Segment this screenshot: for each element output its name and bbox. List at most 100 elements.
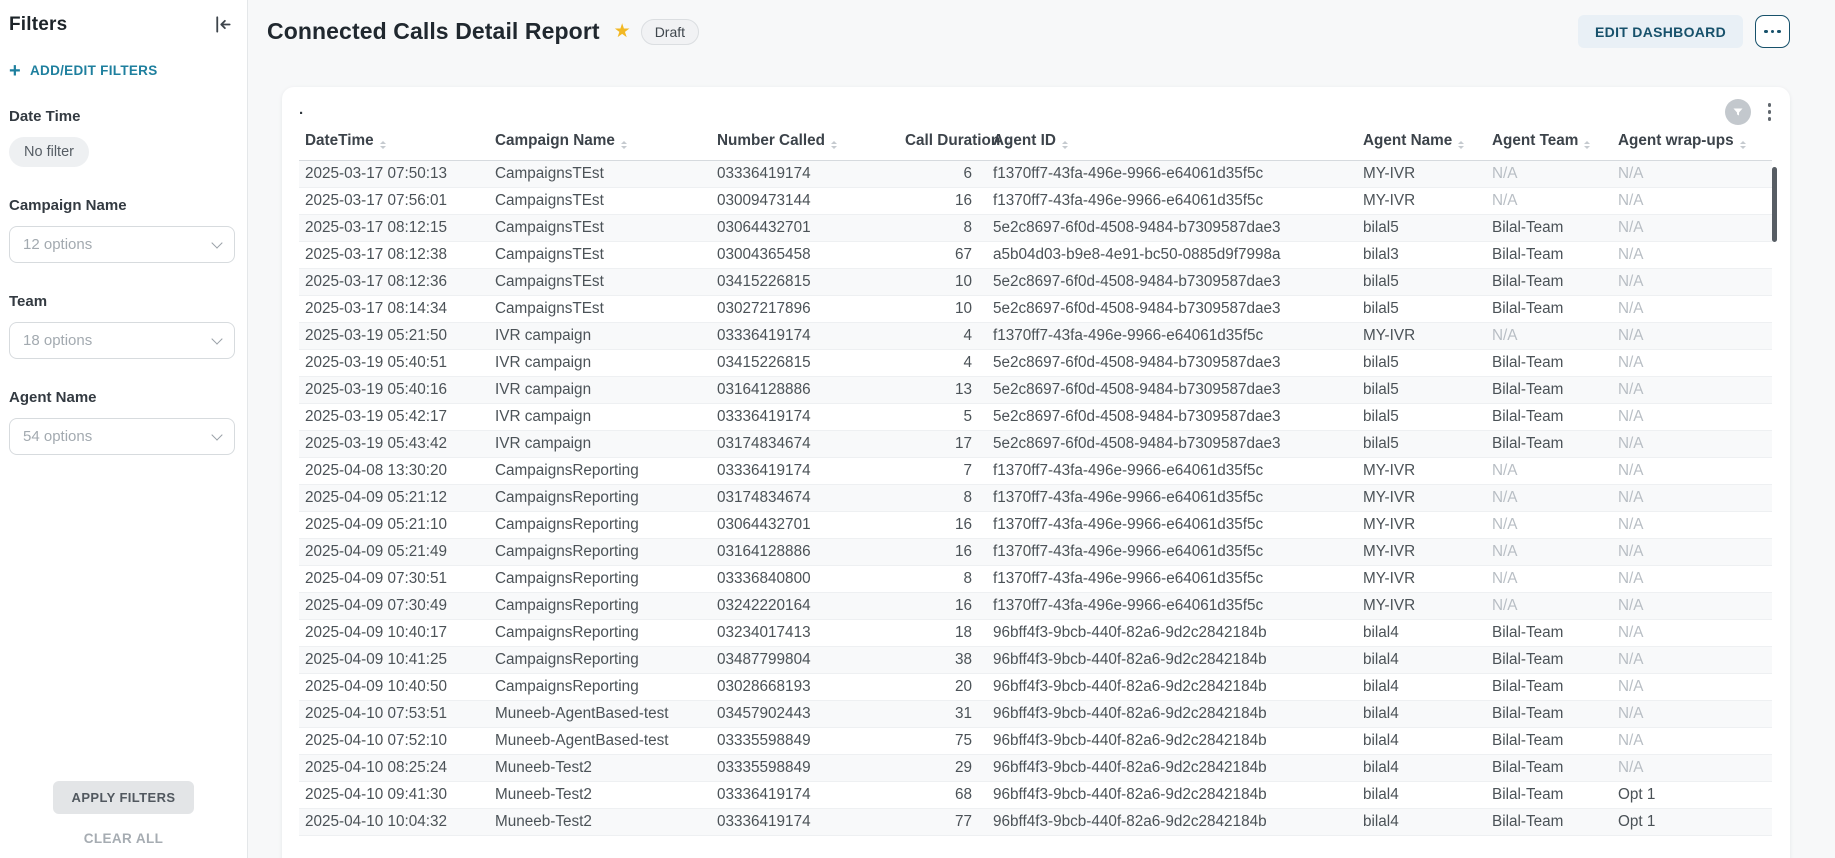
filter-section-agent-name: Agent Name 54 options xyxy=(9,389,235,455)
table-row[interactable]: 2025-03-17 08:12:36CampaignsTEst03415226… xyxy=(299,269,1772,296)
cell-agent-name: MY-IVR xyxy=(1357,323,1486,350)
cell-campaign-name: CampaignsReporting xyxy=(489,674,711,701)
column-header-agent-team[interactable]: Agent Team xyxy=(1486,123,1612,161)
apply-filters-button[interactable]: APPLY FILTERS xyxy=(53,781,195,814)
cell-agent-team: N/A xyxy=(1486,458,1612,485)
cell-agent-team: Bilal-Team xyxy=(1486,296,1612,323)
table-row[interactable]: 2025-03-19 05:40:16IVR campaign031641288… xyxy=(299,377,1772,404)
cell-datetime: 2025-04-09 10:40:50 xyxy=(299,674,489,701)
table-row[interactable]: 2025-04-09 10:40:17CampaignsReporting032… xyxy=(299,620,1772,647)
cell-number-called: 03064432701 xyxy=(711,512,899,539)
table-row[interactable]: 2025-04-10 09:41:30Muneeb-Test2033364191… xyxy=(299,782,1772,809)
cell-datetime: 2025-03-19 05:40:16 xyxy=(299,377,489,404)
agent-name-select[interactable]: 54 options xyxy=(9,418,235,455)
cell-number-called: 03027217896 xyxy=(711,296,899,323)
table-row[interactable]: 2025-04-09 07:30:51CampaignsReporting033… xyxy=(299,566,1772,593)
cell-datetime: 2025-03-19 05:40:51 xyxy=(299,350,489,377)
sort-icon xyxy=(831,141,837,149)
cell-number-called: 03336419174 xyxy=(711,458,899,485)
cell-agent-id: f1370ff7-43fa-496e-9966-e64061d35f5c xyxy=(987,188,1357,215)
cell-agent-id: 5e2c8697-6f0d-4508-9484-b7309587dae3 xyxy=(987,215,1357,242)
chevron-down-icon xyxy=(211,333,222,344)
column-header-agent-name[interactable]: Agent Name xyxy=(1357,123,1486,161)
cell-campaign-name: CampaignsTEst xyxy=(489,296,711,323)
cell-campaign-name: Muneeb-Test2 xyxy=(489,782,711,809)
table-row[interactable]: 2025-04-10 07:53:51Muneeb-AgentBased-tes… xyxy=(299,701,1772,728)
column-header-agent-id[interactable]: Agent ID xyxy=(987,123,1357,161)
cell-agent-id: f1370ff7-43fa-496e-9966-e64061d35f5c xyxy=(987,539,1357,566)
column-label: Agent Name xyxy=(1363,132,1452,149)
cell-agent-team: N/A xyxy=(1486,566,1612,593)
cell-campaign-name: CampaignsReporting xyxy=(489,593,711,620)
table-row[interactable]: 2025-03-19 05:43:42IVR campaign031748346… xyxy=(299,431,1772,458)
cell-agent-id: f1370ff7-43fa-496e-9966-e64061d35f5c xyxy=(987,485,1357,512)
table-row[interactable]: 2025-04-09 05:21:49CampaignsReporting031… xyxy=(299,539,1772,566)
clear-all-button[interactable]: CLEAR ALL xyxy=(84,831,164,846)
add-edit-filters-label: ADD/EDIT FILTERS xyxy=(30,63,158,78)
more-menu-button[interactable] xyxy=(1755,15,1790,48)
edit-dashboard-button[interactable]: EDIT DASHBOARD xyxy=(1578,15,1743,48)
cell-agent-team: Bilal-Team xyxy=(1486,269,1612,296)
table-row[interactable]: 2025-03-17 08:12:15CampaignsTEst03064432… xyxy=(299,215,1772,242)
table-row[interactable]: 2025-03-19 05:21:50IVR campaign033364191… xyxy=(299,323,1772,350)
table-row[interactable]: 2025-04-10 07:52:10Muneeb-AgentBased-tes… xyxy=(299,728,1772,755)
table-row[interactable]: 2025-04-09 05:21:10CampaignsReporting030… xyxy=(299,512,1772,539)
table-row[interactable]: 2025-04-09 05:21:12CampaignsReporting031… xyxy=(299,485,1772,512)
filter-section-date-time: Date Time No filter xyxy=(9,108,235,167)
cell-call-duration: 4 xyxy=(899,323,987,350)
favorite-star-icon[interactable]: ★ xyxy=(614,22,631,41)
table-row[interactable]: 2025-04-09 10:41:25CampaignsReporting034… xyxy=(299,647,1772,674)
cell-call-duration: 16 xyxy=(899,593,987,620)
add-edit-filters-button[interactable]: + ADD/EDIT FILTERS xyxy=(9,63,158,78)
team-select[interactable]: 18 options xyxy=(9,322,235,359)
cell-campaign-name: CampaignsReporting xyxy=(489,539,711,566)
table-row[interactable]: 2025-03-17 08:12:38CampaignsTEst03004365… xyxy=(299,242,1772,269)
collapse-panel-icon xyxy=(212,23,233,38)
date-time-filter-chip[interactable]: No filter xyxy=(9,137,89,167)
cell-number-called: 03336419174 xyxy=(711,404,899,431)
table-row[interactable]: 2025-03-19 05:42:17IVR campaign033364191… xyxy=(299,404,1772,431)
cell-campaign-name: Muneeb-AgentBased-test xyxy=(489,728,711,755)
campaign-name-select[interactable]: 12 options xyxy=(9,226,235,263)
cell-number-called: 03028668193 xyxy=(711,674,899,701)
cell-agent-name: MY-IVR xyxy=(1357,512,1486,539)
cell-datetime: 2025-04-10 08:25:24 xyxy=(299,755,489,782)
filter-icon[interactable] xyxy=(1725,99,1751,125)
table-row[interactable]: 2025-03-17 08:14:34CampaignsTEst03027217… xyxy=(299,296,1772,323)
cell-datetime: 2025-03-17 08:12:36 xyxy=(299,269,489,296)
column-header-number-called[interactable]: Number Called xyxy=(711,123,899,161)
cell-agent-wrap-ups: N/A xyxy=(1612,728,1772,755)
cell-agent-id: 96bff4f3-9bcb-440f-82a6-9d2c2842184b xyxy=(987,728,1357,755)
table-row[interactable]: 2025-03-17 07:56:01CampaignsTEst03009473… xyxy=(299,188,1772,215)
table-row[interactable]: 2025-04-10 10:04:32Muneeb-Test2033364191… xyxy=(299,809,1772,836)
cell-datetime: 2025-04-09 05:21:49 xyxy=(299,539,489,566)
cell-datetime: 2025-03-17 07:56:01 xyxy=(299,188,489,215)
table-row[interactable]: 2025-04-09 10:40:50CampaignsReporting030… xyxy=(299,674,1772,701)
cell-agent-id: 96bff4f3-9bcb-440f-82a6-9d2c2842184b xyxy=(987,674,1357,701)
report-card: . DateTimeCampaign NameNumber CalledCall… xyxy=(282,87,1790,858)
cell-agent-id: 5e2c8697-6f0d-4508-9484-b7309587dae3 xyxy=(987,377,1357,404)
cell-agent-id: 96bff4f3-9bcb-440f-82a6-9d2c2842184b xyxy=(987,701,1357,728)
cell-agent-wrap-ups: N/A xyxy=(1612,593,1772,620)
table-row[interactable]: 2025-04-10 08:25:24Muneeb-Test2033355988… xyxy=(299,755,1772,782)
table-row[interactable]: 2025-03-19 05:40:51IVR campaign034152268… xyxy=(299,350,1772,377)
table-row[interactable]: 2025-04-09 07:30:49CampaignsReporting032… xyxy=(299,593,1772,620)
sort-icon xyxy=(621,141,627,149)
column-header-campaign-name[interactable]: Campaign Name xyxy=(489,123,711,161)
table-row[interactable]: 2025-04-08 13:30:20CampaignsReporting033… xyxy=(299,458,1772,485)
cell-campaign-name: Muneeb-Test2 xyxy=(489,755,711,782)
column-header-agent-wrap-ups[interactable]: Agent wrap-ups xyxy=(1612,123,1772,161)
cell-call-duration: 67 xyxy=(899,242,987,269)
cell-call-duration: 16 xyxy=(899,539,987,566)
column-header-datetime[interactable]: DateTime xyxy=(299,123,489,161)
cell-campaign-name: Muneeb-Test2 xyxy=(489,809,711,836)
cell-number-called: 03242220164 xyxy=(711,593,899,620)
collapse-sidebar-button[interactable] xyxy=(210,12,235,37)
cell-agent-wrap-ups: N/A xyxy=(1612,512,1772,539)
table-row[interactable]: 2025-03-17 07:50:13CampaignsTEst03336419… xyxy=(299,161,1772,188)
kebab-menu-icon[interactable] xyxy=(1763,99,1777,125)
cell-agent-name: bilal4 xyxy=(1357,647,1486,674)
cell-campaign-name: CampaignsReporting xyxy=(489,620,711,647)
vertical-scrollbar[interactable] xyxy=(1772,167,1777,242)
column-header-call-duration[interactable]: Call Duration xyxy=(899,123,987,161)
